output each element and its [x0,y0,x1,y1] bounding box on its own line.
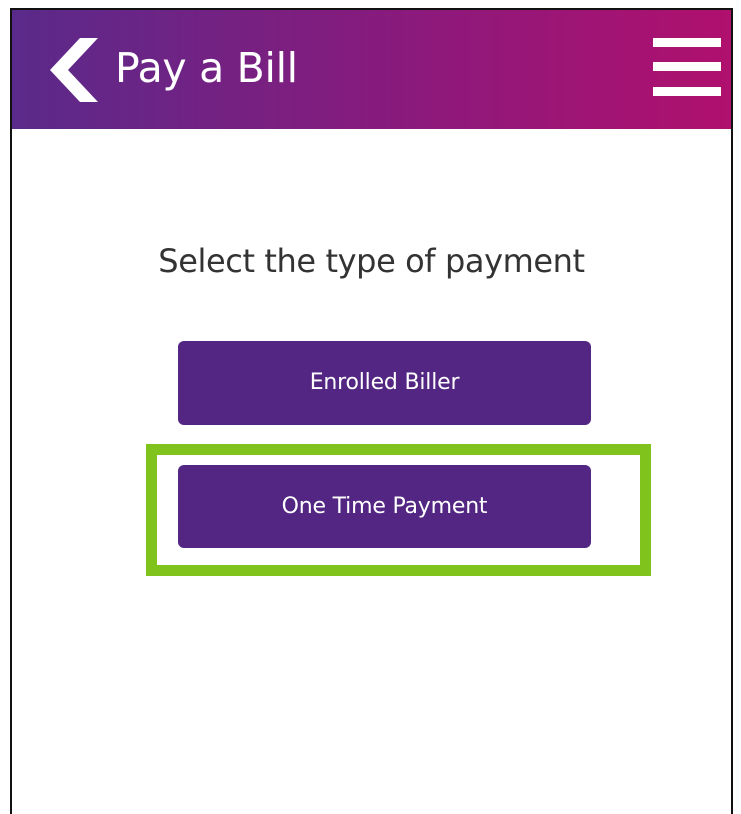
payment-type-prompt: Select the type of payment [158,242,585,280]
chevron-left-icon [50,38,98,102]
enrolled-biller-button[interactable]: Enrolled Biller [178,341,591,425]
menu-bar [653,62,721,71]
app-header: Pay a Bill [12,10,731,129]
menu-button[interactable] [653,38,721,98]
phone-screen: Pay a Bill Select the type of payment En… [10,8,733,814]
menu-bar [653,87,721,96]
back-button[interactable] [50,38,100,102]
one-time-payment-button[interactable]: One Time Payment [178,465,591,548]
page-title: Pay a Bill [115,44,298,92]
menu-bar [653,38,721,47]
